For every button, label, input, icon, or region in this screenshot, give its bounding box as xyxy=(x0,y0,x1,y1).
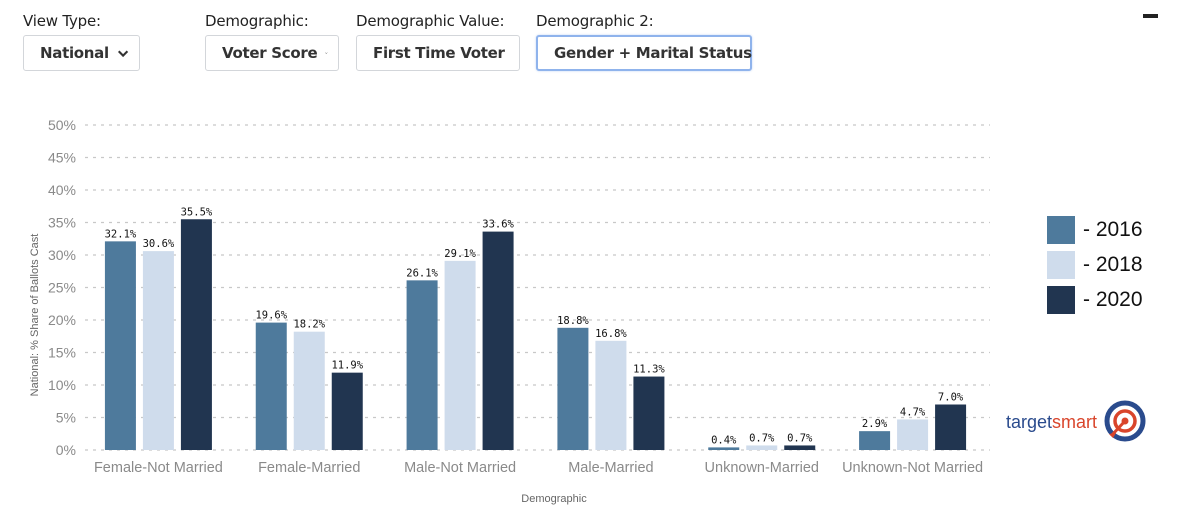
y-tick-label: 5% xyxy=(56,410,76,426)
data-label: 18.2% xyxy=(293,319,325,331)
bar[interactable] xyxy=(293,331,325,450)
bar[interactable] xyxy=(897,419,929,450)
bar[interactable] xyxy=(557,327,589,450)
legend-label: - 2016 xyxy=(1083,217,1143,241)
legend-item-2018[interactable]: - 2018 xyxy=(1047,247,1143,282)
logo-text-part2: smart xyxy=(1052,411,1098,432)
legend-item-2020[interactable]: - 2020 xyxy=(1047,282,1143,317)
data-label: 11.3% xyxy=(633,364,665,376)
bar[interactable] xyxy=(180,219,212,450)
x-axis-label: Demographic xyxy=(521,493,587,505)
bar[interactable] xyxy=(708,447,740,450)
data-label: 0.7% xyxy=(749,432,775,444)
legend-label: - 2018 xyxy=(1083,252,1143,276)
data-label: 33.6% xyxy=(482,219,514,231)
bar[interactable] xyxy=(935,404,967,451)
x-tick-label: Male-Not Married xyxy=(404,460,516,476)
logo-text-part1: target xyxy=(1006,411,1053,432)
legend: - 2016 - 2018 - 2020 xyxy=(1047,212,1143,317)
y-tick-label: 45% xyxy=(48,150,76,166)
x-tick-label: Female-Not Married xyxy=(94,460,223,476)
bar[interactable] xyxy=(255,322,287,450)
x-tick-label: Male-Married xyxy=(568,460,653,476)
y-tick-label: 25% xyxy=(48,280,76,296)
data-label: 29.1% xyxy=(444,248,476,260)
bar[interactable] xyxy=(331,372,363,450)
bar[interactable] xyxy=(104,241,136,450)
data-label: 18.8% xyxy=(557,315,589,327)
bar[interactable] xyxy=(859,431,891,450)
data-label: 35.5% xyxy=(181,206,213,218)
y-axis-label: National: % Share of Ballots Cast xyxy=(29,234,41,397)
bar[interactable] xyxy=(633,376,665,450)
data-label: 2.9% xyxy=(862,418,888,430)
legend-swatch xyxy=(1047,215,1075,244)
data-label: 4.7% xyxy=(900,406,926,418)
bars xyxy=(104,219,967,451)
data-label: 32.1% xyxy=(105,228,137,240)
targetsmart-logo: targetsmart xyxy=(1006,400,1147,444)
y-tick-label: 0% xyxy=(56,442,76,458)
y-axis-ticks: 0% 5% 10% 15% 20% 25% 30% 35% 40% 45% 50% xyxy=(48,117,76,458)
bar[interactable] xyxy=(444,260,476,450)
bar[interactable] xyxy=(482,231,514,450)
bar[interactable] xyxy=(746,445,778,450)
legend-label: - 2020 xyxy=(1083,287,1143,311)
bar[interactable] xyxy=(406,280,438,450)
bar[interactable] xyxy=(784,445,816,450)
y-tick-label: 40% xyxy=(48,182,76,198)
y-tick-label: 10% xyxy=(48,377,76,393)
data-label: 11.9% xyxy=(331,360,363,372)
legend-swatch xyxy=(1047,250,1075,279)
data-label: 30.6% xyxy=(143,238,175,250)
y-tick-label: 15% xyxy=(48,345,76,361)
data-label: 19.6% xyxy=(255,310,287,322)
x-tick-label: Unknown-Married xyxy=(705,460,819,476)
bar[interactable] xyxy=(595,340,627,450)
y-tick-label: 50% xyxy=(48,117,76,133)
x-tick-label: Female-Married xyxy=(258,460,360,476)
gridlines xyxy=(85,124,990,451)
logo-text: targetsmart xyxy=(1006,412,1097,433)
x-axis-ticks: Female-Not Married Female-Married Male-Not… xyxy=(94,460,983,476)
data-label: 0.4% xyxy=(711,434,737,446)
bar[interactable] xyxy=(142,251,174,450)
data-labels: 32.1% 30.6% 35.5% 19.6% 18.2% 11.9% 26.1% 29.1%… xyxy=(105,206,964,446)
legend-item-2016[interactable]: - 2016 xyxy=(1047,212,1143,247)
data-label: 0.7% xyxy=(787,432,813,444)
x-tick-label: Unknown-Not Married xyxy=(842,460,983,476)
target-icon xyxy=(1104,400,1146,442)
y-tick-label: 35% xyxy=(48,215,76,231)
y-tick-label: 20% xyxy=(48,312,76,328)
data-label: 7.0% xyxy=(938,392,964,404)
data-label: 16.8% xyxy=(595,328,627,340)
bar-chart: 0% 5% 10% 15% 20% 25% 30% 35% 40% 45% 50% 32.1% 30.… xyxy=(29,117,990,505)
data-label: 26.1% xyxy=(406,267,438,279)
legend-swatch xyxy=(1047,285,1075,314)
y-tick-label: 30% xyxy=(48,247,76,263)
